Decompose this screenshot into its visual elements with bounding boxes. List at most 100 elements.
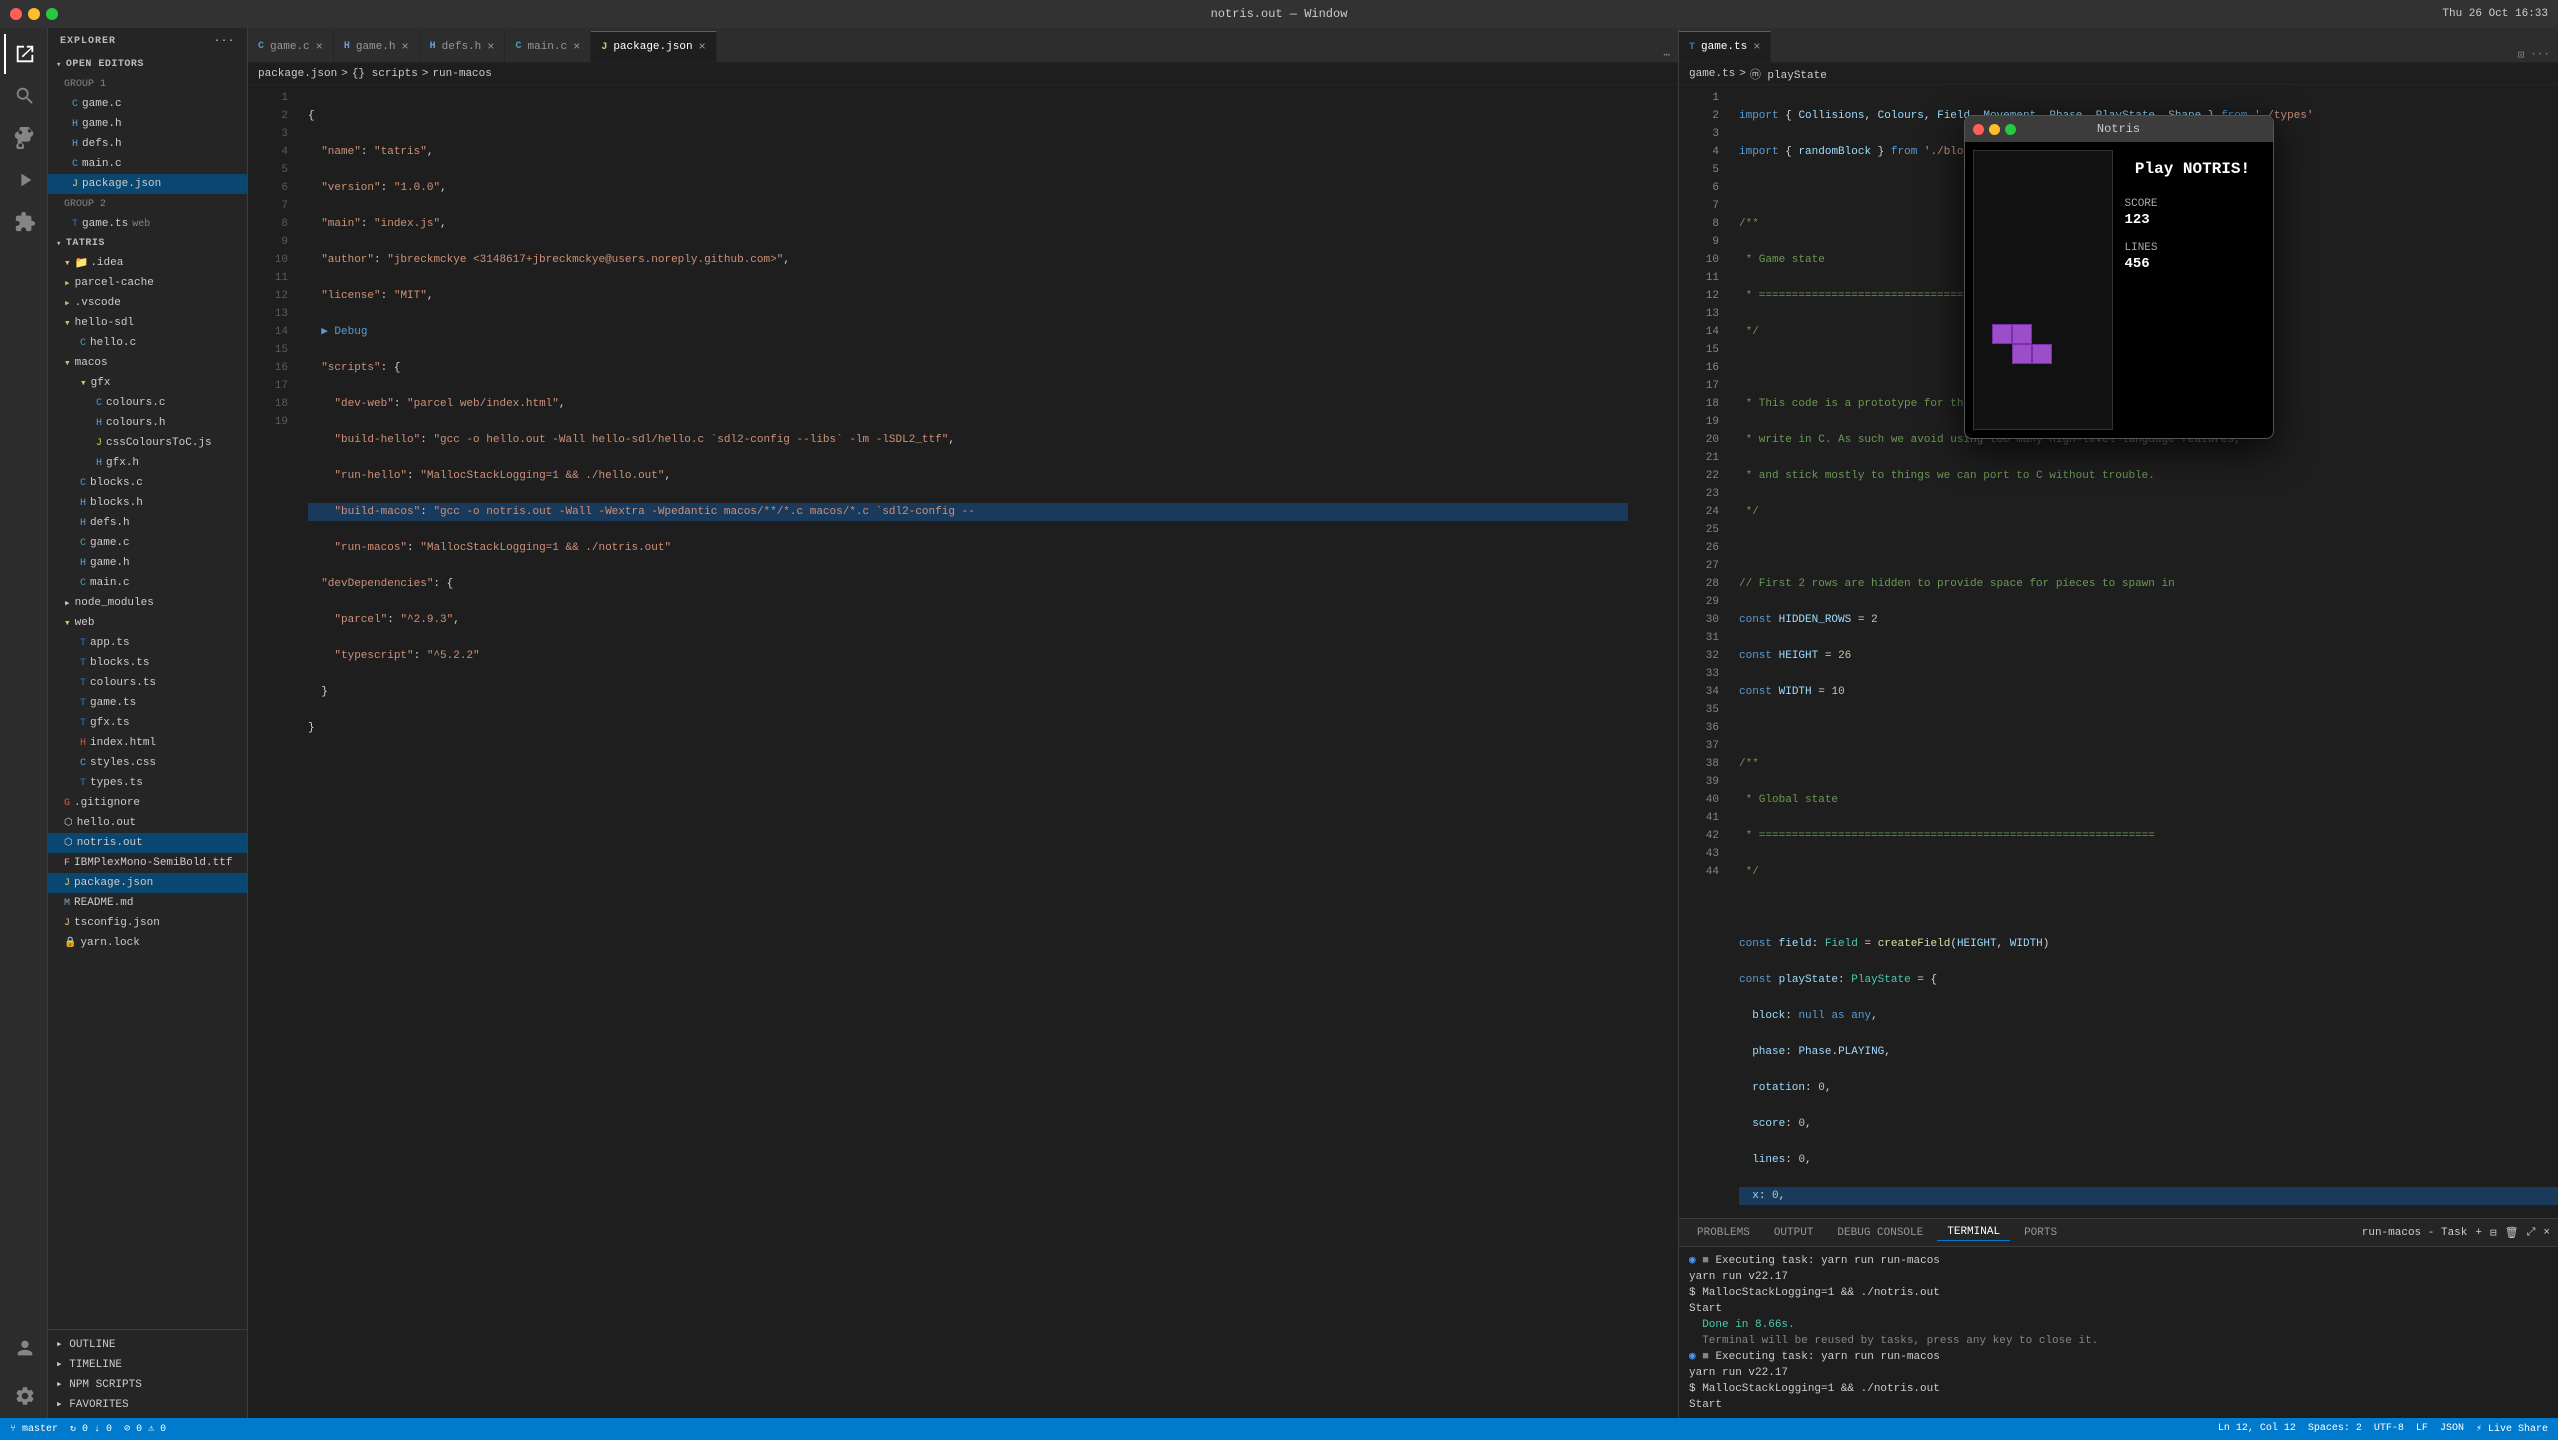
close-button[interactable] [10, 8, 22, 20]
si-font[interactable]: FIBMPlexMono-SemiBold.ttf [48, 853, 247, 873]
window-controls[interactable] [10, 8, 58, 20]
si-tsconfig[interactable]: Jtsconfig.json [48, 913, 247, 933]
tab-output[interactable]: OUTPUT [1764, 1225, 1824, 1241]
si-blocks-h[interactable]: Hblocks.h [48, 493, 247, 513]
si-colours-c[interactable]: Ccolours.c [48, 393, 247, 413]
game-maximize-button[interactable] [2005, 124, 2016, 135]
si-styles-css[interactable]: Cstyles.css [48, 753, 247, 773]
activity-source-control[interactable] [4, 118, 44, 158]
sidebar-open-game-c[interactable]: Cgame.c [48, 94, 247, 114]
kill-terminal-icon[interactable]: 🗑 [2505, 1226, 2519, 1240]
tab-problems[interactable]: PROBLEMS [1687, 1225, 1760, 1241]
editor-tabs: C game.c × H game.h × H defs.h × C main.… [248, 28, 1678, 63]
si-gfx-ts[interactable]: Tgfx.ts [48, 713, 247, 733]
tab-game-h[interactable]: H game.h × [334, 31, 420, 62]
terminal-content[interactable]: ◉ ■ Executing task: yarn run run-macos y… [1679, 1247, 2558, 1418]
minimize-button[interactable] [28, 8, 40, 20]
si-vscode[interactable]: ▸.vscode [48, 293, 247, 313]
game-close-button[interactable] [1973, 124, 1984, 135]
game-window: Notris P [1964, 115, 2274, 439]
favorites-section[interactable]: ▸ FAVORITES [56, 1394, 239, 1414]
open-editors-section[interactable]: ▾ OPEN EDITORS [48, 55, 247, 74]
si-web[interactable]: ▾web [48, 613, 247, 633]
si-readme[interactable]: MREADME.md [48, 893, 247, 913]
errors-count[interactable]: ⊘ 0 ⚠ 0 [124, 1423, 166, 1435]
si-types-ts[interactable]: Ttypes.ts [48, 773, 247, 793]
activity-accounts[interactable] [4, 1328, 44, 1368]
split-terminal-icon[interactable]: ⊟ [2490, 1226, 2497, 1240]
npm-scripts-section[interactable]: ▸ NPM SCRIPTS [56, 1374, 239, 1394]
split-editor-icon[interactable]: ⊡ [2518, 48, 2525, 62]
sidebar-open-package-json[interactable]: Jpackage.json [48, 174, 247, 194]
si-blocks-c[interactable]: Cblocks.c [48, 473, 247, 493]
tab-main-c[interactable]: C main.c × [505, 31, 591, 62]
language-mode[interactable]: JSON [2440, 1423, 2464, 1435]
maximize-terminal-icon[interactable]: ⤢ [2527, 1227, 2536, 1239]
si-notris-out[interactable]: ⬡notris.out [48, 833, 247, 853]
tatris-section[interactable]: ▾ TATRIS [48, 234, 247, 253]
si-yarn-lock[interactable]: 🔒yarn.lock [48, 933, 247, 953]
si-package-json[interactable]: Jpackage.json [48, 873, 247, 893]
breadcrumb-file[interactable]: package.json [258, 68, 337, 80]
si-game-ts[interactable]: Tgame.ts [48, 693, 247, 713]
si-gfx-h[interactable]: Hgfx.h [48, 453, 247, 473]
tab-game-c[interactable]: C game.c × [248, 31, 334, 62]
activity-run[interactable] [4, 160, 44, 200]
editor-main-content: 12345 678910 1112131415 16171819 { "name… [248, 85, 1678, 1418]
tab-game-ts[interactable]: T game.ts × [1679, 31, 1771, 62]
si-gitignore[interactable]: G.gitignore [48, 793, 247, 813]
si-game-h[interactable]: Hgame.h [48, 553, 247, 573]
si-blocks-ts[interactable]: Tblocks.ts [48, 653, 247, 673]
activity-extensions[interactable] [4, 202, 44, 242]
si-gfx[interactable]: ▾gfx [48, 373, 247, 393]
si-index-html[interactable]: Hindex.html [48, 733, 247, 753]
sidebar-open-game-h[interactable]: Hgame.h [48, 114, 247, 134]
si-colours-ts[interactable]: Tcolours.ts [48, 673, 247, 693]
si-hello-c[interactable]: Chello.c [48, 333, 247, 353]
more-actions-icon[interactable]: ··· [2530, 49, 2550, 61]
breadcrumb-run-macos[interactable]: run-macos [432, 68, 491, 80]
tab-ports[interactable]: PORTS [2014, 1225, 2067, 1241]
tab-terminal[interactable]: TERMINAL [1937, 1224, 2010, 1241]
outline-section[interactable]: ▸ OUTLINE [56, 1334, 239, 1354]
tab-defs-h[interactable]: H defs.h × [420, 31, 506, 62]
si-game-c[interactable]: Cgame.c [48, 533, 247, 553]
sidebar-open-game-ts[interactable]: Tgame.ts web [48, 214, 247, 234]
si-node-modules[interactable]: ▸node_modules [48, 593, 247, 613]
sidebar-header: Explorer ··· [48, 28, 247, 55]
git-branch[interactable]: ⑂ master [10, 1423, 58, 1435]
add-terminal-icon[interactable]: + [2475, 1227, 2482, 1239]
breadcrumb-scripts[interactable]: {} scripts [352, 68, 418, 80]
tab-debug-console[interactable]: DEBUG CONSOLE [1827, 1225, 1933, 1241]
right-breadcrumb-file[interactable]: game.ts [1689, 68, 1735, 80]
si-main-c[interactable]: Cmain.c [48, 573, 247, 593]
activity-explorer[interactable] [4, 34, 44, 74]
close-terminal-icon[interactable]: × [2543, 1227, 2550, 1239]
si-parcel-cache[interactable]: ▸parcel-cache [48, 273, 247, 293]
si-app-ts[interactable]: Tapp.ts [48, 633, 247, 653]
game-field [1973, 150, 2113, 430]
si-colours-h[interactable]: Hcolours.h [48, 413, 247, 433]
si-macos[interactable]: ▾macos [48, 353, 247, 373]
si-hello-sdl[interactable]: ▾hello-sdl [48, 313, 247, 333]
activity-bar [0, 28, 48, 1418]
sidebar-open-main-c[interactable]: Cmain.c [48, 154, 247, 174]
activity-settings[interactable] [4, 1376, 44, 1416]
si-defs-h[interactable]: Hdefs.h [48, 513, 247, 533]
si-hello-out[interactable]: ⬡hello.out [48, 813, 247, 833]
terminal-tabs: PROBLEMS OUTPUT DEBUG CONSOLE TERMINAL P… [1679, 1219, 2558, 1247]
right-panel: T game.ts × ⊡ ··· game.ts > ⓜ playState … [1678, 28, 2558, 1418]
timeline-section[interactable]: ▸ TIMELINE [56, 1354, 239, 1374]
sidebar-open-defs-h[interactable]: Hdefs.h [48, 134, 247, 154]
si-css-colours[interactable]: JcssColoursToC.js [48, 433, 247, 453]
game-minimize-button[interactable] [1989, 124, 2000, 135]
si-idea[interactable]: ▾📁.idea [48, 253, 247, 273]
right-breadcrumb-play-state[interactable]: ⓜ playState [1750, 66, 1827, 82]
sync-icon[interactable]: ↻ 0 ↓ 0 [70, 1423, 112, 1435]
activity-search[interactable] [4, 76, 44, 116]
tab-package-json[interactable]: J package.json × [591, 31, 716, 62]
maximize-button[interactable] [46, 8, 58, 20]
live-share[interactable]: ⚡ Live Share [2476, 1423, 2548, 1435]
sidebar-group2: GROUP 2 [48, 194, 247, 214]
code-content[interactable]: { "name": "tatris", "version": "1.0.0", … [298, 85, 1628, 1418]
